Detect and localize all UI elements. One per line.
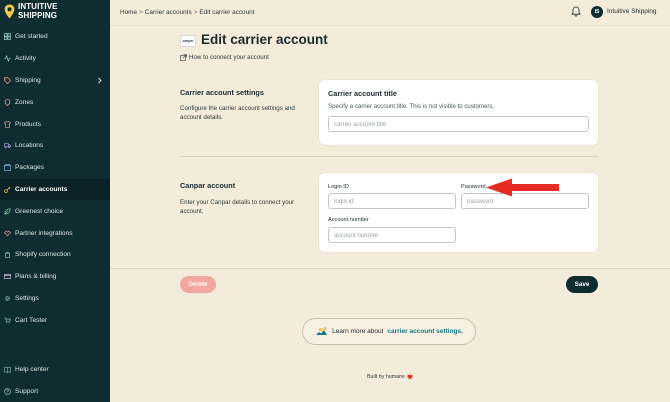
cart-icon <box>4 317 11 324</box>
bell-icon[interactable] <box>571 6 581 17</box>
sidebar-item-label: Get started <box>15 33 48 41</box>
location-pin-icon <box>4 4 15 19</box>
delivery-illustration-icon <box>316 327 328 335</box>
page-title: Edit carrier account <box>201 32 328 47</box>
card-icon <box>4 274 11 280</box>
carrier-account-title-input[interactable]: carrier account title <box>328 116 589 132</box>
sidebar-item-shopify-connection[interactable]: Shopify connection <box>0 244 110 266</box>
sidebar-item-greenest-choice[interactable]: Greenest choice <box>0 200 110 222</box>
canpar-section-title: Canpar account <box>180 181 236 190</box>
sidebar-item-label: Plans & billing <box>15 273 57 281</box>
breadcrumb-separator: > <box>139 9 143 16</box>
tag-icon <box>4 77 11 84</box>
account-number-input[interactable]: account number <box>328 227 456 243</box>
book-icon <box>4 366 11 373</box>
sidebar-item-partner-integrations[interactable]: Partner integrations <box>0 222 110 244</box>
sidebar-item-zones[interactable]: Zones <box>0 91 110 113</box>
login-id-input[interactable]: login id <box>328 193 456 209</box>
sidebar-item-label: Zones <box>15 98 34 106</box>
sidebar-item-label: Help center <box>15 365 49 373</box>
footer-divider <box>110 268 670 269</box>
settings-card: Carrier account title Specify a carrier … <box>319 80 598 145</box>
grid-icon <box>4 33 11 41</box>
canpar-section-description: Enter your Canpar details to connect you… <box>180 199 295 216</box>
breadcrumb: Home > Carrier accounts > Edit carrier a… <box>120 9 254 16</box>
settings-section-title: Carrier account settings <box>180 88 264 97</box>
sidebar-item-label: Carrier accounts <box>15 185 68 193</box>
sidebar-item-locations[interactable]: Locations <box>0 135 110 157</box>
sidebar: INTUITIVE SHIPPING Get started Activity … <box>0 0 110 402</box>
carrier-logo: canpar <box>180 35 196 47</box>
sidebar-item-label: Shipping <box>15 76 41 84</box>
sidebar-item-activity[interactable]: Activity <box>0 48 110 70</box>
learn-more-text: Learn more about <box>332 328 384 335</box>
login-id-label: Login ID <box>328 184 349 190</box>
card-subtitle: Specify a carrier account title. This is… <box>328 103 495 110</box>
key-icon <box>4 186 11 193</box>
leaf-icon <box>4 208 11 215</box>
save-button[interactable]: Save <box>566 276 598 293</box>
shopify-icon <box>4 252 11 259</box>
sidebar-item-plans-billing[interactable]: Plans & billing <box>0 266 110 288</box>
sidebar-item-label: Locations <box>15 142 44 150</box>
card-title: Carrier account title <box>328 89 397 98</box>
brand-line-2: SHIPPING <box>18 10 58 20</box>
sidebar-item-label: Settings <box>15 294 39 302</box>
sidebar-item-packages[interactable]: Packages <box>0 157 110 179</box>
box-icon <box>4 164 11 172</box>
brand-name: INTUITIVE SHIPPING <box>18 2 58 20</box>
shirt-icon <box>4 120 11 128</box>
built-by-humans: Built by humans <box>367 374 413 380</box>
sidebar-item-label: Partner integrations <box>15 229 73 237</box>
breadcrumb-carrier-accounts[interactable]: Carrier accounts <box>145 9 192 16</box>
sidebar-nav: Get started Activity Shipping Zones Prod… <box>0 26 110 331</box>
account-number-label: Account number <box>328 217 369 223</box>
sidebar-item-label: Support <box>15 387 39 395</box>
sidebar-item-label: Packages <box>15 164 44 172</box>
question-icon <box>4 387 11 395</box>
red-arrow-icon <box>486 178 559 197</box>
password-label: Password <box>461 184 486 190</box>
pin-icon <box>4 98 11 106</box>
howto-link[interactable]: How to connect your account <box>180 54 269 61</box>
howto-link-label: How to connect your account <box>189 54 269 61</box>
sidebar-item-label: Activity <box>15 55 36 63</box>
handshake-icon <box>4 230 11 236</box>
brand-logo[interactable]: INTUITIVE SHIPPING <box>4 2 58 20</box>
delete-button[interactable]: Delete <box>180 276 216 293</box>
sidebar-item-cart-tester[interactable]: Cart Tester <box>0 309 110 331</box>
sidebar-item-label: Products <box>15 120 42 128</box>
user-name[interactable]: Intuitive Shipping <box>607 8 657 15</box>
settings-section-description: Configure the carrier account settings a… <box>180 105 295 122</box>
breadcrumb-home[interactable]: Home <box>120 9 137 16</box>
activity-icon <box>4 55 11 63</box>
gear-icon <box>4 295 11 301</box>
learn-more-banner[interactable]: Learn more about carrier account setting… <box>302 318 476 345</box>
sidebar-item-products[interactable]: Products <box>0 113 110 135</box>
sidebar-item-label: Cart Tester <box>15 316 48 324</box>
built-by-text: Built by humans <box>367 374 405 380</box>
learn-more-link[interactable]: carrier account settings. <box>387 328 463 335</box>
top-bar: Home > Carrier accounts > Edit carrier a… <box>110 0 670 26</box>
breadcrumb-separator: > <box>193 9 198 16</box>
sidebar-item-get-started[interactable]: Get started <box>0 26 110 48</box>
sidebar-item-support[interactable]: Support <box>0 380 110 402</box>
sidebar-bottom-nav: Help center Support <box>0 358 110 402</box>
external-link-icon <box>180 54 187 61</box>
sidebar-item-shipping[interactable]: Shipping <box>0 70 110 92</box>
sidebar-item-settings[interactable]: Settings <box>0 288 110 310</box>
breadcrumb-current: Edit carrier account <box>199 9 255 16</box>
sidebar-item-label: Greenest choice <box>15 207 64 215</box>
sidebar-item-help-center[interactable]: Help center <box>0 358 110 380</box>
chevron-right-icon <box>98 77 102 83</box>
avatar[interactable]: IS <box>591 6 603 18</box>
sidebar-item-carrier-accounts[interactable]: Carrier accounts <box>0 178 110 201</box>
truck-icon <box>4 143 11 149</box>
sidebar-item-label: Shopify connection <box>15 251 71 259</box>
section-divider <box>180 156 598 157</box>
heart-icon <box>406 374 413 380</box>
